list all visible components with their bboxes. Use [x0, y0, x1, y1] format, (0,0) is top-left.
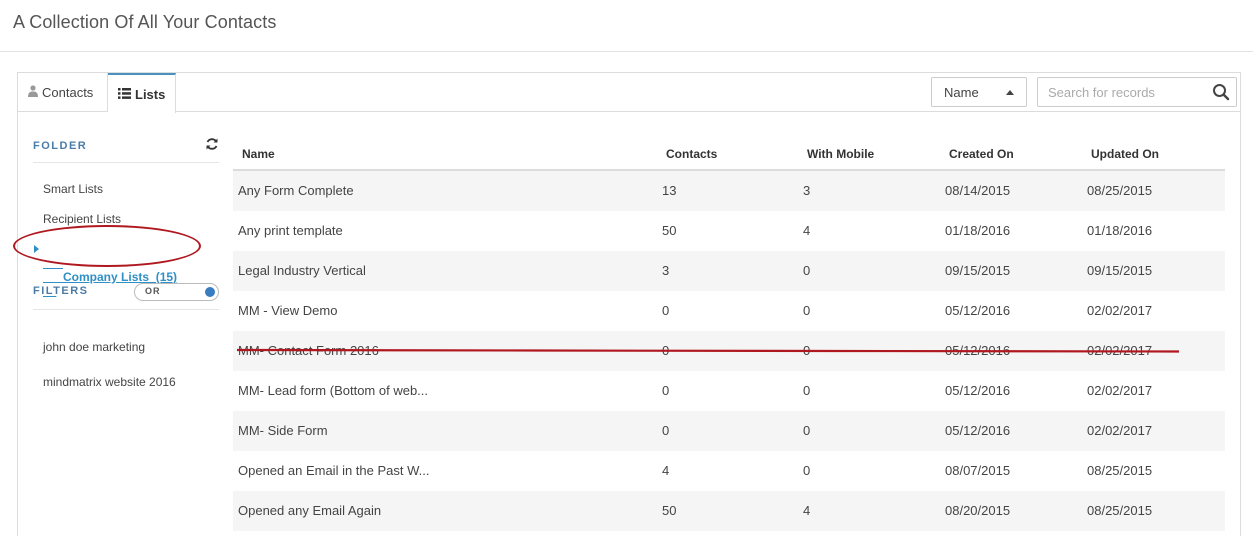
cell-updated-on: 08/25/2015 — [1087, 463, 1153, 478]
user-icon — [28, 85, 38, 100]
cell-with-mobile: 0 — [803, 463, 811, 478]
cell-name: Legal Industry Vertical — [238, 263, 366, 278]
cell-created-on: 01/18/2016 — [945, 223, 1011, 238]
cell-with-mobile: 0 — [803, 383, 811, 398]
table-row[interactable]: Legal Industry Vertical 3 0 09/15/2015 0… — [233, 251, 1225, 291]
page-title: A Collection Of All Your Contacts — [13, 12, 277, 32]
cell-contacts: 50 — [662, 223, 677, 238]
cell-contacts: 0 — [662, 423, 670, 438]
folder-item-recipient-lists[interactable]: Recipient Lists — [43, 212, 121, 226]
cell-contacts: 4 — [662, 463, 670, 478]
sort-select[interactable]: Name — [931, 77, 1027, 107]
cell-name: MM - View Demo — [238, 303, 338, 318]
column-header-created-on[interactable]: Created On — [949, 147, 1014, 161]
cell-with-mobile: 0 — [803, 303, 811, 318]
cell-name: MM- Lead form (Bottom of web... — [238, 383, 429, 398]
cell-updated-on: 02/02/2017 — [1087, 423, 1153, 438]
cell-created-on: 05/12/2016 — [945, 383, 1011, 398]
search-input[interactable] — [1038, 78, 1208, 106]
cell-name: Any print template — [238, 223, 343, 238]
filter-item-mindmatrix-website-2016[interactable]: mindmatrix website 2016 — [43, 375, 176, 389]
cell-with-mobile: 4 — [803, 503, 811, 518]
cell-contacts: 0 — [662, 303, 670, 318]
list-icon — [118, 87, 131, 102]
toggle-knob — [205, 287, 215, 297]
refresh-icon[interactable] — [205, 137, 219, 151]
cell-contacts: 13 — [662, 183, 677, 198]
table-row[interactable]: Opened an Email in the Past W... 4 0 08/… — [233, 451, 1225, 491]
tab-bar: Contacts Lists Name — [18, 73, 1240, 113]
toggle-label: OR — [145, 286, 161, 296]
table-row[interactable]: MM - View Demo 0 0 05/12/2016 02/02/2017 — [233, 291, 1225, 331]
cell-contacts: 50 — [662, 503, 677, 518]
cell-name: MM- Contact Form 2016 — [238, 343, 379, 358]
or-toggle[interactable]: OR — [134, 283, 219, 301]
column-header-name[interactable]: Name — [242, 147, 275, 161]
cell-updated-on: 02/02/2017 — [1087, 343, 1153, 358]
table-row[interactable]: MM- Lead form (Bottom of web... 0 0 05/1… — [233, 371, 1225, 411]
cell-name: Any Form Complete — [238, 183, 354, 198]
tab-lists[interactable]: Lists — [108, 73, 176, 113]
cell-updated-on: 02/02/2017 — [1087, 383, 1153, 398]
filters-section-label: FILTERS — [33, 285, 89, 297]
table-row[interactable]: MM- Contact Form 2016 0 0 05/12/2016 02/… — [233, 331, 1225, 371]
folder-section-label: FOLDER — [33, 140, 88, 152]
cell-contacts: 0 — [662, 343, 670, 358]
tab-contacts-label: Contacts — [42, 85, 94, 100]
cell-with-mobile: 0 — [803, 343, 811, 358]
cell-contacts: 3 — [662, 263, 670, 278]
filter-item-john-doe-marketing[interactable]: john doe marketing — [43, 340, 145, 354]
cell-with-mobile: 3 — [803, 183, 811, 198]
table-row[interactable]: MM- Side Form 0 0 05/12/2016 02/02/2017 — [233, 411, 1225, 451]
column-header-with-mobile[interactable]: With Mobile — [807, 147, 874, 161]
search-icon[interactable] — [1212, 83, 1230, 101]
cell-name: Opened an Email in the Past W... — [238, 463, 430, 478]
page-header: A Collection Of All Your Contacts — [0, 0, 1253, 52]
cell-with-mobile: 0 — [803, 263, 811, 278]
folder-item-smart-lists[interactable]: Smart Lists — [43, 182, 103, 196]
cell-contacts: 0 — [662, 383, 670, 398]
folder-divider — [33, 162, 219, 163]
cell-created-on: 05/12/2016 — [945, 303, 1011, 318]
tab-contacts[interactable]: Contacts — [18, 73, 108, 112]
cell-updated-on: 08/25/2015 — [1087, 183, 1153, 198]
caret-up-icon — [1006, 90, 1014, 95]
table-row[interactable]: Any print template 50 4 01/18/2016 01/18… — [233, 211, 1225, 251]
cell-created-on: 09/15/2015 — [945, 263, 1011, 278]
table-header: Name Contacts With Mobile Created On Upd… — [233, 137, 1225, 171]
filters-divider — [33, 309, 219, 310]
caret-right-icon — [34, 245, 39, 253]
cell-updated-on: 09/15/2015 — [1087, 263, 1153, 278]
folder-item-company-lists-label: Company Lists (15) — [63, 270, 178, 284]
cell-name: Opened any Email Again — [238, 503, 382, 518]
column-header-updated-on[interactable]: Updated On — [1091, 147, 1159, 161]
search-box — [1037, 77, 1237, 107]
table-row[interactable]: Opened any Email Again 50 4 08/20/2015 0… — [233, 491, 1225, 531]
contacts-panel: Contacts Lists Name FOLDER Smart Lists R… — [13, 72, 1241, 536]
cell-updated-on: 02/02/2017 — [1087, 303, 1153, 318]
cell-created-on: 05/12/2016 — [945, 343, 1011, 358]
tab-lists-label: Lists — [135, 86, 166, 102]
sort-select-value: Name — [944, 84, 979, 100]
cell-created-on: 08/07/2015 — [945, 463, 1011, 478]
cell-updated-on: 01/18/2016 — [1087, 223, 1153, 238]
cell-created-on: 08/20/2015 — [945, 503, 1011, 518]
column-header-contacts[interactable]: Contacts — [666, 147, 717, 161]
cell-with-mobile: 0 — [803, 423, 811, 438]
cell-name: MM- Side Form — [238, 423, 328, 438]
cell-created-on: 05/12/2016 — [945, 423, 1011, 438]
cell-created-on: 08/14/2015 — [945, 183, 1011, 198]
cell-with-mobile: 4 — [803, 223, 811, 238]
cell-updated-on: 08/25/2015 — [1087, 503, 1153, 518]
table-row[interactable]: Any Form Complete 13 3 08/14/2015 08/25/… — [233, 171, 1225, 211]
